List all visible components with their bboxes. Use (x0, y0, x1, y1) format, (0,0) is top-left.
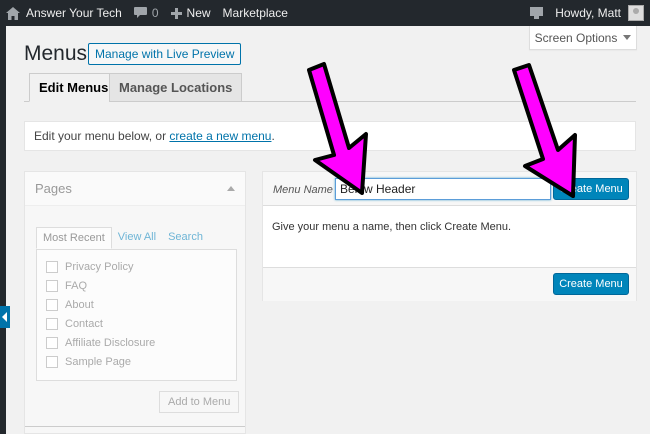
menu-editor-footer: Create Menu (263, 267, 636, 301)
avatar (628, 5, 644, 21)
list-item[interactable]: Contact (37, 314, 236, 333)
house-icon (6, 6, 20, 20)
tab-edit-menus[interactable]: Edit Menus (29, 73, 119, 102)
comments-count: 0 (151, 6, 159, 20)
page-checkbox[interactable] (46, 298, 58, 311)
manage-live-preview-button[interactable]: Manage with Live Preview (88, 43, 242, 65)
page-checkbox[interactable] (46, 279, 58, 292)
page-label: About (65, 298, 94, 311)
create-menu-button-bottom[interactable]: Create Menu (553, 273, 629, 295)
page-checkbox[interactable] (46, 336, 58, 349)
site-home-link[interactable]: Answer Your Tech (0, 0, 128, 26)
account-link[interactable]: Howdy, Matt (549, 0, 650, 26)
create-menu-button[interactable]: Create Menu (553, 178, 629, 200)
pages-panel-title: Pages (35, 181, 72, 196)
screen-options-button[interactable]: Screen Options (529, 26, 637, 50)
screen-options-label: Screen Options (534, 30, 618, 45)
site-name: Answer Your Tech (26, 6, 122, 20)
edit-menu-notice: Edit your menu below, or create a new me… (24, 121, 636, 151)
list-item[interactable]: Affiliate Disclosure (37, 333, 236, 352)
tab-search[interactable]: Search (162, 227, 209, 249)
tab-manage-locations[interactable]: Manage Locations (109, 73, 243, 102)
page-label: Contact (65, 317, 103, 330)
comments-link[interactable]: 0 (128, 0, 165, 26)
add-to-menu-button[interactable]: Add to Menu (159, 391, 240, 413)
notice-suffix: . (271, 129, 275, 143)
notice-prefix: Edit your menu below, or (34, 129, 170, 143)
pages-list: Privacy Policy FAQ About Contact Affilia… (36, 249, 237, 381)
monitor-icon (530, 7, 544, 19)
new-content-link[interactable]: New (165, 0, 217, 26)
page-label: Privacy Policy (65, 260, 134, 273)
menu-name-input[interactable] (335, 178, 551, 200)
pages-tabs: Most Recent View All Search (36, 227, 209, 249)
plus-icon (170, 7, 182, 19)
menu-name-label: Menu Name (273, 184, 333, 196)
tab-most-recent[interactable]: Most Recent (36, 227, 112, 249)
page-label: Affiliate Disclosure (65, 336, 156, 349)
arrow-left-icon[interactable] (0, 306, 10, 328)
page-checkbox[interactable] (46, 317, 58, 330)
admin-bar: Answer Your Tech 0 New Marketplace Howdy… (0, 0, 650, 26)
list-item[interactable]: Privacy Policy (37, 257, 236, 276)
menu-editor-header: Menu Name Create Menu (263, 172, 636, 206)
new-label: New (186, 6, 211, 20)
triangle-down-icon (623, 35, 632, 40)
page-checkbox[interactable] (46, 260, 58, 273)
page-checkbox[interactable] (46, 355, 58, 368)
greeting: Howdy, Matt (555, 6, 621, 20)
marketplace-label: Marketplace (222, 6, 288, 20)
list-item[interactable]: FAQ (37, 276, 236, 295)
notifications-link[interactable] (524, 0, 549, 26)
page-label: FAQ (65, 279, 88, 292)
page-label: Sample Page (65, 355, 132, 368)
admin-menu-edge (0, 26, 6, 434)
page-title: Menus (24, 42, 88, 65)
panel-divider (25, 426, 245, 427)
speech-bubble-icon (133, 7, 147, 19)
menu-editor: Menu Name Create Menu Give your menu a n… (262, 171, 637, 301)
triangle-up-icon[interactable] (227, 186, 235, 191)
list-item[interactable]: Sample Page (37, 352, 236, 371)
pages-panel-header[interactable]: Pages (25, 172, 245, 206)
marketplace-link[interactable]: Marketplace (217, 0, 294, 26)
create-new-menu-link[interactable]: create a new menu (169, 129, 271, 143)
menu-instructions: Give your menu a name, then click Create… (272, 221, 512, 233)
pages-panel: Pages Most Recent View All Search Privac… (24, 171, 246, 434)
tab-view-all[interactable]: View All (112, 227, 162, 249)
list-item[interactable]: About (37, 295, 236, 314)
